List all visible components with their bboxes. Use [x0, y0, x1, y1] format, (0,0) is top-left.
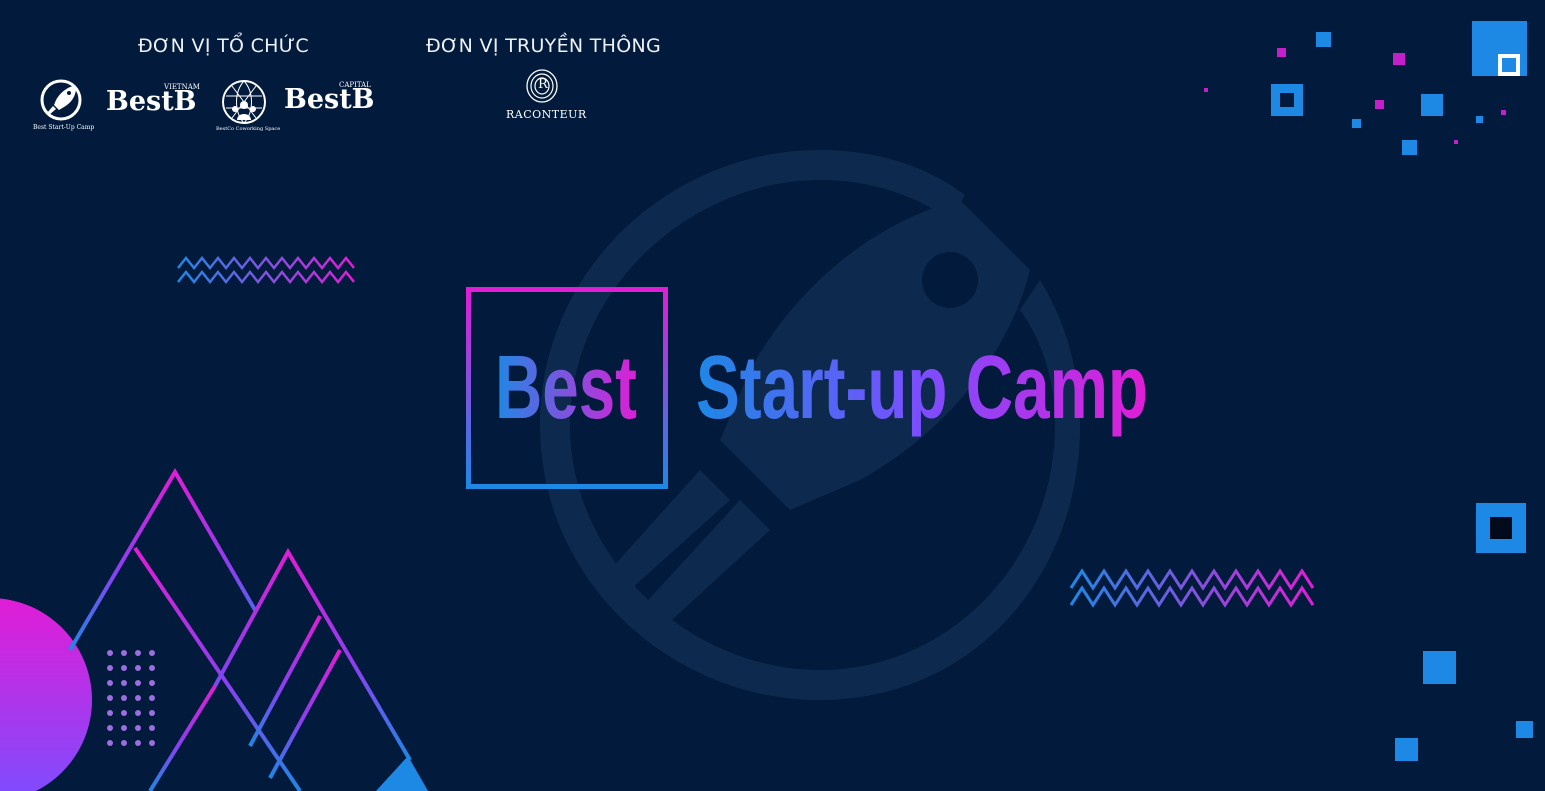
headline-startup-camp: Start-up Camp — [696, 338, 1148, 438]
top-right-squares-decoration — [1204, 21, 1527, 155]
bestb-capital-wordmark: BestB — [284, 84, 375, 115]
bestb-vietnam-logo: VIETNAM BestB — [106, 82, 200, 122]
best-startup-camp-caption: Best Start-Up Camp — [33, 124, 95, 131]
media-label: ĐƠN VỊ TRUYỀN THÔNG — [426, 35, 662, 57]
zigzag-decoration-right — [1069, 568, 1315, 608]
zigzag-decoration-left — [177, 255, 355, 285]
rocket-badge-icon — [40, 79, 82, 121]
best-startup-camp-logo: Best Start-Up Camp — [30, 78, 96, 136]
organizers-label: ĐƠN VỊ TỔ CHỨC — [138, 35, 309, 57]
raconteur-monogram: R — [538, 77, 548, 92]
mountains-decoration — [0, 468, 428, 791]
headline: Best Start-up Camp — [495, 338, 1148, 438]
right-squares-decoration — [1395, 503, 1533, 761]
raconteur-logo: R RACONTEUR — [500, 68, 587, 124]
bestb-capital-logo: CAPITAL BestB — [284, 80, 376, 120]
globe-people-icon — [222, 80, 266, 124]
bestb-vietnam-wordmark: BestB — [106, 86, 197, 117]
bestco-coworking-logo: BestCo Coworking Space — [212, 78, 282, 136]
headline-best: Best — [495, 338, 637, 438]
raconteur-wordmark: RACONTEUR — [506, 108, 587, 121]
bestco-caption: BestCo Coworking Space — [216, 126, 281, 132]
